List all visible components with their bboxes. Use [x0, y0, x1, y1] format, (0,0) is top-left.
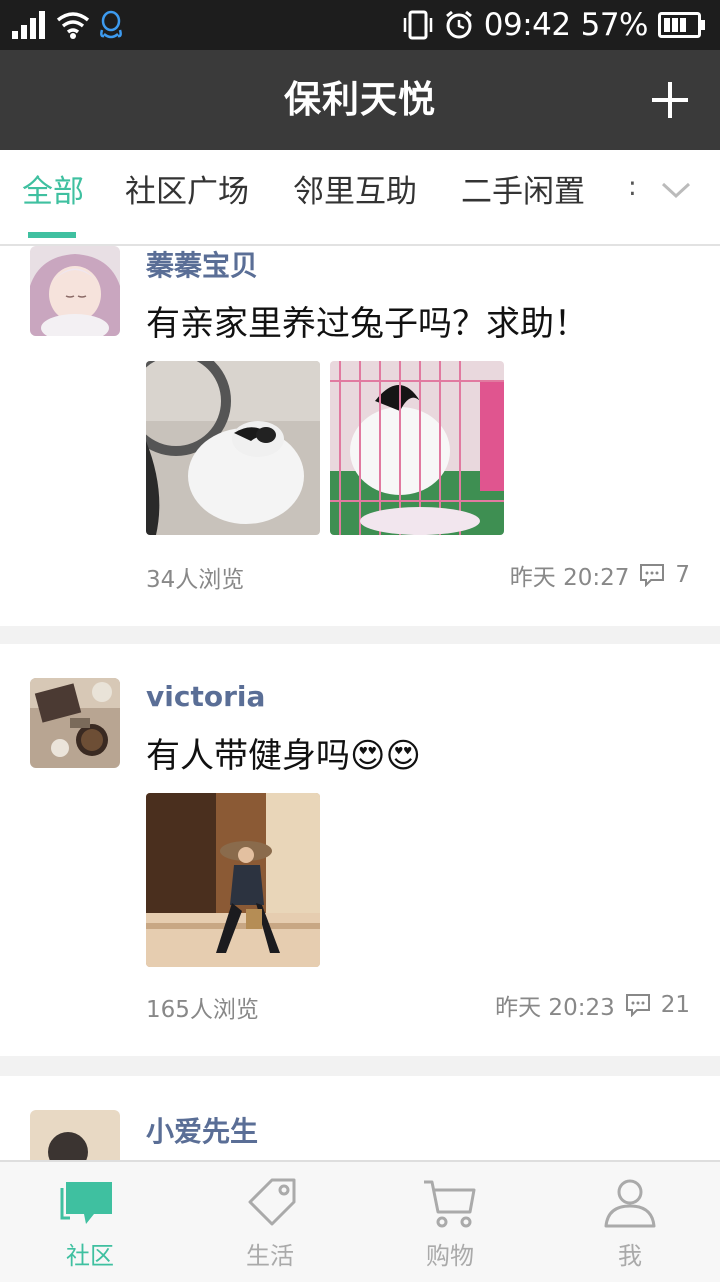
tab-overflow: :: [628, 172, 637, 202]
chat-bubble-icon: [60, 1182, 112, 1224]
post-text[interactable]: 有亲家里养过兔子吗？求助！: [146, 296, 588, 345]
post-time: 昨天 20:23: [495, 995, 615, 1021]
cart-icon: [424, 1180, 476, 1228]
vibrate-icon: [403, 10, 432, 40]
nav-community[interactable]: 社区: [0, 1162, 180, 1282]
battery-icon: [658, 12, 705, 38]
chevron-down-icon[interactable]: [660, 180, 692, 200]
view-count: 165人浏览: [146, 997, 259, 1023]
nav-label: 我: [618, 1242, 642, 1270]
alarm-icon: [445, 10, 472, 39]
plus-icon[interactable]: [650, 80, 690, 120]
tag-icon: [248, 1178, 296, 1226]
post-text[interactable]: 有人带健身吗😍😍: [146, 728, 421, 777]
view-count: 34人浏览: [146, 567, 245, 593]
bottom-nav: 社区 生活 购物 我: [0, 1160, 720, 1282]
category-tabs: 全部 社区广场 邻里互助 二手闲置 :: [0, 150, 720, 246]
person-icon: [604, 1179, 656, 1228]
avatar[interactable]: [30, 678, 120, 768]
clock-time: 09:42: [483, 7, 571, 43]
post-card[interactable]: 小爱先生: [0, 1076, 720, 1160]
post-username[interactable]: 蓁蓁宝贝: [146, 246, 258, 284]
page-title: 保利天悦: [284, 78, 436, 121]
tab-neighbor-help[interactable]: 邻里互助: [293, 170, 417, 214]
nav-label: 生活: [246, 1242, 294, 1270]
status-right: 09:42 57%: [402, 7, 706, 43]
status-left: [12, 10, 124, 40]
post-meta: 昨天 20:27 7: [510, 558, 690, 592]
qq-icon: [100, 10, 122, 39]
nav-label: 社区: [66, 1242, 114, 1270]
avatar[interactable]: [30, 246, 120, 336]
tab-community-square[interactable]: 社区广场: [125, 170, 249, 214]
post-card[interactable]: 蓁蓁宝贝 有亲家里养过兔子吗？求助！ 34人浏览 昨天 20:27 7: [0, 246, 720, 626]
app-header: 保利天悦: [0, 50, 720, 150]
post-time: 昨天 20:27: [509, 565, 630, 591]
nav-me[interactable]: 我: [540, 1162, 720, 1282]
woman-photo[interactable]: [146, 793, 320, 967]
rabbit-cage-photo[interactable]: [330, 361, 504, 535]
post-username[interactable]: victoria: [146, 680, 265, 713]
tab-second-hand[interactable]: 二手闲置: [461, 170, 585, 214]
comment-icon[interactable]: [639, 563, 665, 587]
comment-icon[interactable]: [625, 993, 651, 1017]
nav-life[interactable]: 生活: [180, 1162, 360, 1282]
post-feed[interactable]: 蓁蓁宝贝 有亲家里养过兔子吗？求助！ 34人浏览 昨天 20:27 7 vict…: [0, 246, 720, 1160]
avatar[interactable]: [30, 1110, 120, 1160]
tab-all[interactable]: 全部: [22, 170, 84, 214]
battery-percent: 57%: [580, 7, 649, 43]
wifi-icon: [56, 12, 90, 39]
status-bar: 09:42 57%: [0, 0, 720, 50]
post-meta: 昨天 20:23 21: [495, 988, 690, 1022]
nav-label: 购物: [426, 1242, 474, 1270]
nav-shopping[interactable]: 购物: [360, 1162, 540, 1282]
post-card[interactable]: victoria 有人带健身吗😍😍 165人浏览 昨天 20:23 21: [0, 644, 720, 1056]
signal-icon: [12, 11, 45, 39]
comment-count: 7: [675, 562, 690, 588]
rabbit-photo[interactable]: [146, 361, 320, 535]
comment-count: 21: [660, 992, 690, 1018]
active-tab-indicator: [28, 232, 76, 238]
post-username[interactable]: 小爱先生: [146, 1110, 258, 1150]
